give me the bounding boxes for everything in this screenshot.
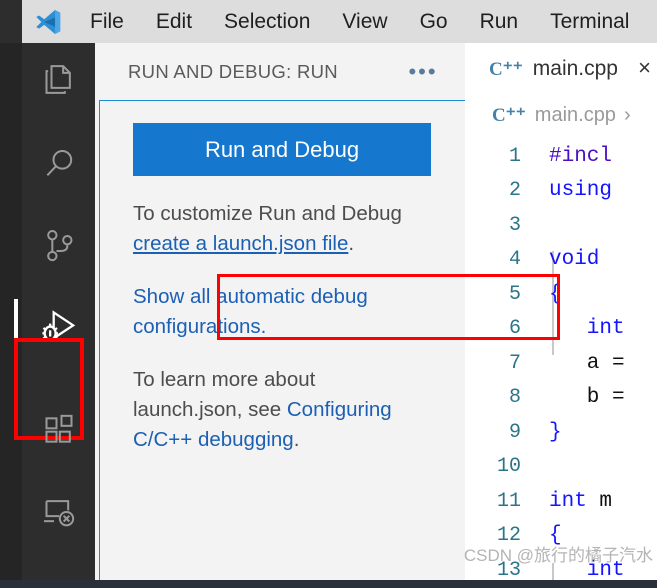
code-line: 9 } bbox=[465, 415, 657, 450]
activity-bar bbox=[0, 43, 95, 588]
menu-item-go[interactable]: Go bbox=[404, 0, 464, 43]
line-number: 8 bbox=[508, 386, 521, 410]
sidebar-item-run-and-debug[interactable] bbox=[22, 289, 95, 371]
code-line: 11 int m bbox=[465, 484, 657, 519]
line-number: 6 bbox=[508, 317, 521, 341]
line-number: 11 bbox=[496, 489, 521, 513]
line-text: { bbox=[549, 282, 562, 306]
breadcrumb: C⁺⁺ main.cpp › bbox=[465, 95, 657, 135]
files-icon bbox=[39, 62, 79, 107]
menu-item-edit[interactable]: Edit bbox=[140, 0, 208, 43]
line-text: #incl bbox=[549, 144, 613, 168]
line-text: int bbox=[549, 317, 625, 341]
editor-tab-bar: C⁺⁺ main.cpp × bbox=[465, 43, 657, 95]
line-number: 1 bbox=[508, 144, 521, 168]
menu-item-view[interactable]: View bbox=[326, 0, 403, 43]
line-number: 9 bbox=[508, 420, 521, 444]
sidebar-item-search[interactable] bbox=[22, 125, 95, 207]
line-text: { bbox=[549, 524, 562, 548]
show-all-configs-text: Show all automatic debug configurations. bbox=[133, 282, 423, 342]
remote-explorer-icon bbox=[39, 492, 79, 537]
code-line: 7 a = bbox=[465, 346, 657, 381]
breadcrumb-file[interactable]: main.cpp bbox=[535, 104, 616, 127]
status-bar bbox=[0, 580, 657, 588]
extensions-icon bbox=[39, 410, 79, 455]
menubar-left-pad bbox=[0, 0, 22, 43]
line-number: 10 bbox=[496, 455, 521, 479]
tab-label: main.cpp bbox=[532, 57, 618, 80]
cpp-file-icon: C⁺⁺ bbox=[489, 58, 523, 80]
ellipsis-icon[interactable]: ••• bbox=[403, 58, 443, 86]
menu-item-terminal[interactable]: Terminal bbox=[534, 0, 645, 43]
sidebar-item-explorer[interactable] bbox=[22, 43, 95, 125]
customize-text: To customize Run and Debug create a laun… bbox=[133, 199, 423, 259]
line-number: 2 bbox=[508, 179, 521, 203]
run-and-debug-button[interactable]: Run and Debug bbox=[133, 123, 431, 176]
menu-item-selection[interactable]: Selection bbox=[208, 0, 326, 43]
vscode-window: File Edit Selection View Go Run Terminal bbox=[0, 0, 657, 588]
code-line: 5 { bbox=[465, 277, 657, 312]
sidebar-item-extensions[interactable] bbox=[22, 391, 95, 473]
show-all-automatic-debug-configurations-link[interactable]: Show all automatic debug configurations. bbox=[133, 285, 368, 338]
line-number: 13 bbox=[496, 558, 521, 582]
line-text: int m bbox=[549, 489, 613, 513]
tab-main-cpp[interactable]: C⁺⁺ main.cpp bbox=[489, 57, 618, 81]
menu-item-file[interactable]: File bbox=[74, 0, 140, 43]
code-line: 6 int bbox=[465, 312, 657, 347]
panel-title: RUN AND DEBUG: RUN bbox=[128, 60, 338, 82]
create-launch-json-link[interactable]: create a launch.json file bbox=[133, 232, 348, 255]
search-icon bbox=[39, 144, 79, 189]
cpp-file-icon: C⁺⁺ bbox=[492, 104, 526, 126]
code-line: 3 bbox=[465, 208, 657, 243]
run-and-debug-panel: RUN AND DEBUG: RUN ••• Run and Debug To … bbox=[95, 43, 560, 588]
activity-bar-edge bbox=[0, 43, 22, 588]
customize-suffix: . bbox=[348, 232, 355, 255]
sidebar-item-source-control[interactable] bbox=[22, 207, 95, 289]
code-line: 8 b = bbox=[465, 381, 657, 416]
line-number: 5 bbox=[508, 282, 521, 306]
line-number: 4 bbox=[508, 248, 521, 272]
line-text: } bbox=[549, 420, 562, 444]
line-number: 7 bbox=[508, 351, 521, 375]
line-text: int bbox=[549, 558, 625, 582]
source-control-icon bbox=[39, 226, 79, 271]
learn-more-suffix: . bbox=[293, 428, 300, 451]
code-editor[interactable]: 1 #incl 2 using 3 4 void 5 { 6 int 7 a =… bbox=[465, 139, 657, 588]
code-line: 4 void bbox=[465, 243, 657, 278]
activity-bar-active-indicator bbox=[14, 299, 18, 400]
line-text: a = bbox=[549, 351, 625, 375]
close-icon[interactable]: × bbox=[638, 56, 651, 80]
line-text: b = bbox=[549, 386, 625, 410]
menu-item-run[interactable]: Run bbox=[464, 0, 535, 43]
panel-header: RUN AND DEBUG: RUN ••• bbox=[95, 43, 465, 100]
code-line: 2 using bbox=[465, 174, 657, 209]
code-line: 10 bbox=[465, 450, 657, 485]
menu-bar: File Edit Selection View Go Run Terminal bbox=[0, 0, 657, 43]
run-and-debug-icon bbox=[36, 305, 82, 356]
code-line: 12 { bbox=[465, 519, 657, 554]
code-line: 1 #incl bbox=[465, 139, 657, 174]
line-text: void bbox=[549, 248, 600, 272]
chevron-right-icon: › bbox=[623, 103, 631, 126]
learn-more-text: To learn more about launch.json, see Con… bbox=[133, 365, 423, 455]
vscode-logo-icon bbox=[22, 0, 74, 43]
line-number: 12 bbox=[496, 524, 521, 548]
customize-prefix: To customize Run and Debug bbox=[133, 202, 402, 225]
panel-body: Run and Debug To customize Run and Debug… bbox=[99, 100, 465, 588]
line-text: using bbox=[549, 179, 613, 203]
sidebar-item-remote-explorer[interactable] bbox=[22, 473, 95, 555]
editor-area: C⁺⁺ main.cpp × C⁺⁺ main.cpp › 1 #incl 2 … bbox=[465, 43, 657, 588]
line-number: 3 bbox=[508, 213, 521, 237]
